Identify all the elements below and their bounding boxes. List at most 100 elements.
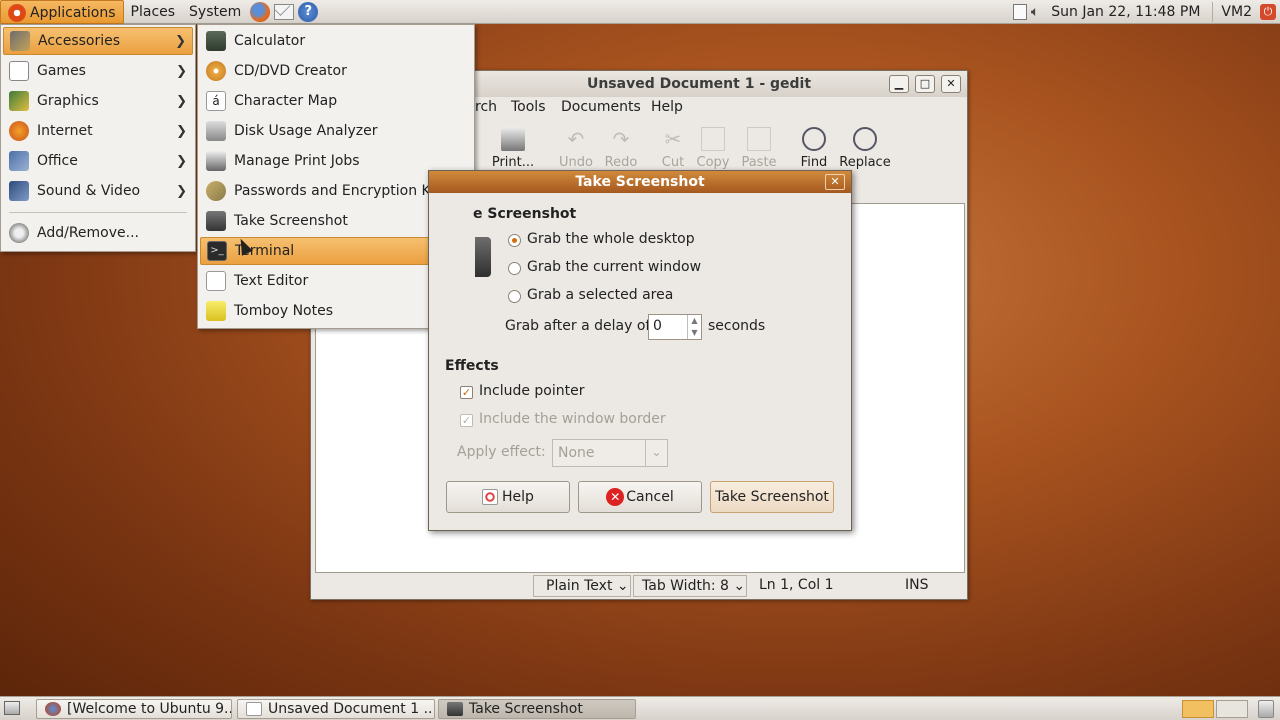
screenshot-dialog: Take Screenshot ✕ e Screenshot Grab the … bbox=[428, 170, 852, 531]
replace-button[interactable]: Replace bbox=[839, 127, 891, 170]
label-whole-desktop: Grab the whole desktop bbox=[527, 231, 695, 247]
radio-current-window[interactable] bbox=[508, 262, 521, 275]
help-button[interactable]: Help bbox=[446, 481, 570, 513]
applications-dropdown: Accessories ❯ Games ❯ Graphics ❯ Internet ❯ … bbox=[0, 24, 196, 252]
terminal-icon: >_ bbox=[207, 241, 227, 261]
menu-item-character-map[interactable]: á Character Map bbox=[200, 87, 472, 115]
include-border-label: Include the window border bbox=[479, 411, 666, 427]
cursor-position: Ln 1, Col 1 bbox=[759, 577, 834, 593]
show-desktop-icon[interactable] bbox=[4, 701, 20, 715]
menu-item-sound-video[interactable]: Sound & Video ❯ bbox=[3, 177, 193, 205]
include-pointer-checkbox[interactable]: ✓ bbox=[460, 386, 473, 399]
delay-spinner[interactable]: 0 ▲ ▼ bbox=[648, 314, 702, 340]
workspace-2[interactable] bbox=[1216, 700, 1248, 718]
effects-title: Effects bbox=[445, 358, 499, 374]
minimize-button[interactable]: ▁ bbox=[889, 75, 909, 93]
dialog-close-button[interactable]: ✕ bbox=[825, 174, 845, 190]
help-icon bbox=[482, 489, 499, 505]
accessories-icon bbox=[10, 31, 30, 51]
find-icon bbox=[802, 127, 826, 151]
label-selected-area: Grab a selected area bbox=[527, 287, 674, 303]
user-name[interactable]: VM2 bbox=[1217, 4, 1256, 20]
include-pointer-label: Include pointer bbox=[479, 383, 585, 399]
radio-selected-area[interactable] bbox=[508, 290, 521, 303]
keys-icon bbox=[206, 181, 226, 201]
redo-button[interactable]: ↷ Redo bbox=[595, 127, 647, 170]
places-menu[interactable]: Places bbox=[124, 0, 183, 24]
language-selector[interactable]: Plain Text ⌄ bbox=[533, 575, 631, 597]
menu-item-games[interactable]: Games ❯ bbox=[3, 57, 193, 85]
menu-item-office[interactable]: Office ❯ bbox=[3, 147, 193, 175]
menu-item-calculator[interactable]: Calculator bbox=[200, 27, 472, 55]
close-button[interactable]: ✕ bbox=[941, 75, 961, 93]
cancel-icon: ✕ bbox=[606, 488, 625, 506]
chevron-down-icon: ⌄ bbox=[645, 440, 667, 466]
menu-item-add-remove[interactable]: Add/Remove... bbox=[3, 219, 193, 247]
menu-item-disk-usage[interactable]: Disk Usage Analyzer bbox=[200, 117, 472, 145]
camera-icon bbox=[447, 702, 463, 716]
copy-icon bbox=[701, 127, 725, 151]
network-icon[interactable] bbox=[1012, 4, 1027, 20]
sound-video-icon bbox=[9, 181, 29, 201]
tab-width-selector[interactable]: Tab Width: 8 ⌄ bbox=[633, 575, 747, 597]
replace-icon bbox=[853, 127, 877, 151]
add-remove-icon bbox=[9, 223, 29, 243]
text-editor-icon bbox=[206, 271, 226, 291]
cancel-button[interactable]: ✕ Cancel bbox=[578, 481, 702, 513]
radio-whole-desktop[interactable] bbox=[508, 234, 521, 247]
menu-search[interactable]: rch bbox=[475, 99, 497, 115]
clock[interactable]: Sun Jan 22, 11:48 PM bbox=[1043, 4, 1208, 20]
trash-icon[interactable] bbox=[1258, 700, 1274, 718]
menu-documents[interactable]: Documents bbox=[561, 99, 641, 115]
menu-help[interactable]: Help bbox=[651, 99, 683, 115]
menu-item-internet[interactable]: Internet ❯ bbox=[3, 117, 193, 145]
undo-icon: ↶ bbox=[567, 127, 585, 151]
office-icon bbox=[9, 151, 29, 171]
graphics-icon bbox=[9, 91, 29, 111]
find-button[interactable]: Find bbox=[788, 127, 840, 170]
copy-button[interactable]: Copy bbox=[687, 127, 739, 170]
menu-item-accessories[interactable]: Accessories ❯ bbox=[3, 27, 193, 55]
applications-menu[interactable]: Applications bbox=[0, 0, 124, 24]
maximize-button[interactable]: □ bbox=[915, 75, 935, 93]
section-title: e Screenshot bbox=[473, 206, 577, 222]
firefox-icon[interactable] bbox=[250, 1, 271, 22]
text-editor-icon bbox=[246, 702, 262, 716]
task-firefox[interactable]: [Welcome to Ubuntu 9... bbox=[36, 699, 232, 719]
task-screenshot[interactable]: Take Screenshot bbox=[438, 699, 636, 719]
insert-mode: INS bbox=[905, 577, 929, 593]
ubuntu-logo-icon bbox=[8, 3, 26, 22]
take-screenshot-button[interactable]: Take Screenshot bbox=[710, 481, 834, 513]
printer-icon bbox=[501, 127, 525, 151]
print-button[interactable]: Print... bbox=[487, 127, 539, 170]
internet-icon bbox=[9, 121, 29, 141]
delay-unit: seconds bbox=[708, 318, 766, 334]
mail-icon[interactable] bbox=[274, 0, 295, 20]
gedit-statusbar: Plain Text ⌄ Tab Width: 8 ⌄ Ln 1, Col 1 … bbox=[311, 573, 967, 599]
help-icon[interactable]: ? bbox=[298, 1, 319, 22]
games-icon bbox=[9, 61, 29, 81]
include-border-checkbox[interactable]: ✓ bbox=[460, 414, 473, 427]
shutdown-icon[interactable]: ⏻ bbox=[1260, 4, 1276, 20]
task-gedit[interactable]: Unsaved Document 1 ... bbox=[237, 699, 435, 719]
menu-item-graphics[interactable]: Graphics ❯ bbox=[3, 87, 193, 115]
delay-value[interactable]: 0 bbox=[653, 318, 662, 334]
system-menu[interactable]: System bbox=[182, 0, 248, 24]
menu-tools[interactable]: Tools bbox=[511, 99, 546, 115]
redo-icon: ↷ bbox=[612, 127, 630, 151]
workspace-switcher[interactable] bbox=[1182, 700, 1214, 718]
volume-icon[interactable]: 🔈︎ bbox=[1031, 4, 1039, 20]
delay-label: Grab after a delay of bbox=[505, 318, 651, 334]
spinner-arrows[interactable]: ▲ ▼ bbox=[687, 315, 701, 339]
dialog-title: Take Screenshot bbox=[429, 171, 851, 193]
label-current-window: Grab the current window bbox=[527, 259, 702, 275]
apply-effect-select[interactable]: None ⌄ bbox=[552, 439, 668, 467]
cut-icon: ✂ bbox=[664, 127, 682, 151]
character-map-icon: á bbox=[206, 91, 226, 111]
top-panel: Applications Places System ? 🔈︎ Sun Jan … bbox=[0, 0, 1280, 24]
menu-separator bbox=[9, 212, 187, 213]
bottom-panel: [Welcome to Ubuntu 9... Unsaved Document… bbox=[0, 696, 1280, 720]
paste-button[interactable]: Paste bbox=[733, 127, 785, 170]
paste-icon bbox=[747, 127, 771, 151]
menu-item-cd-dvd-creator[interactable]: CD/DVD Creator bbox=[200, 57, 472, 85]
